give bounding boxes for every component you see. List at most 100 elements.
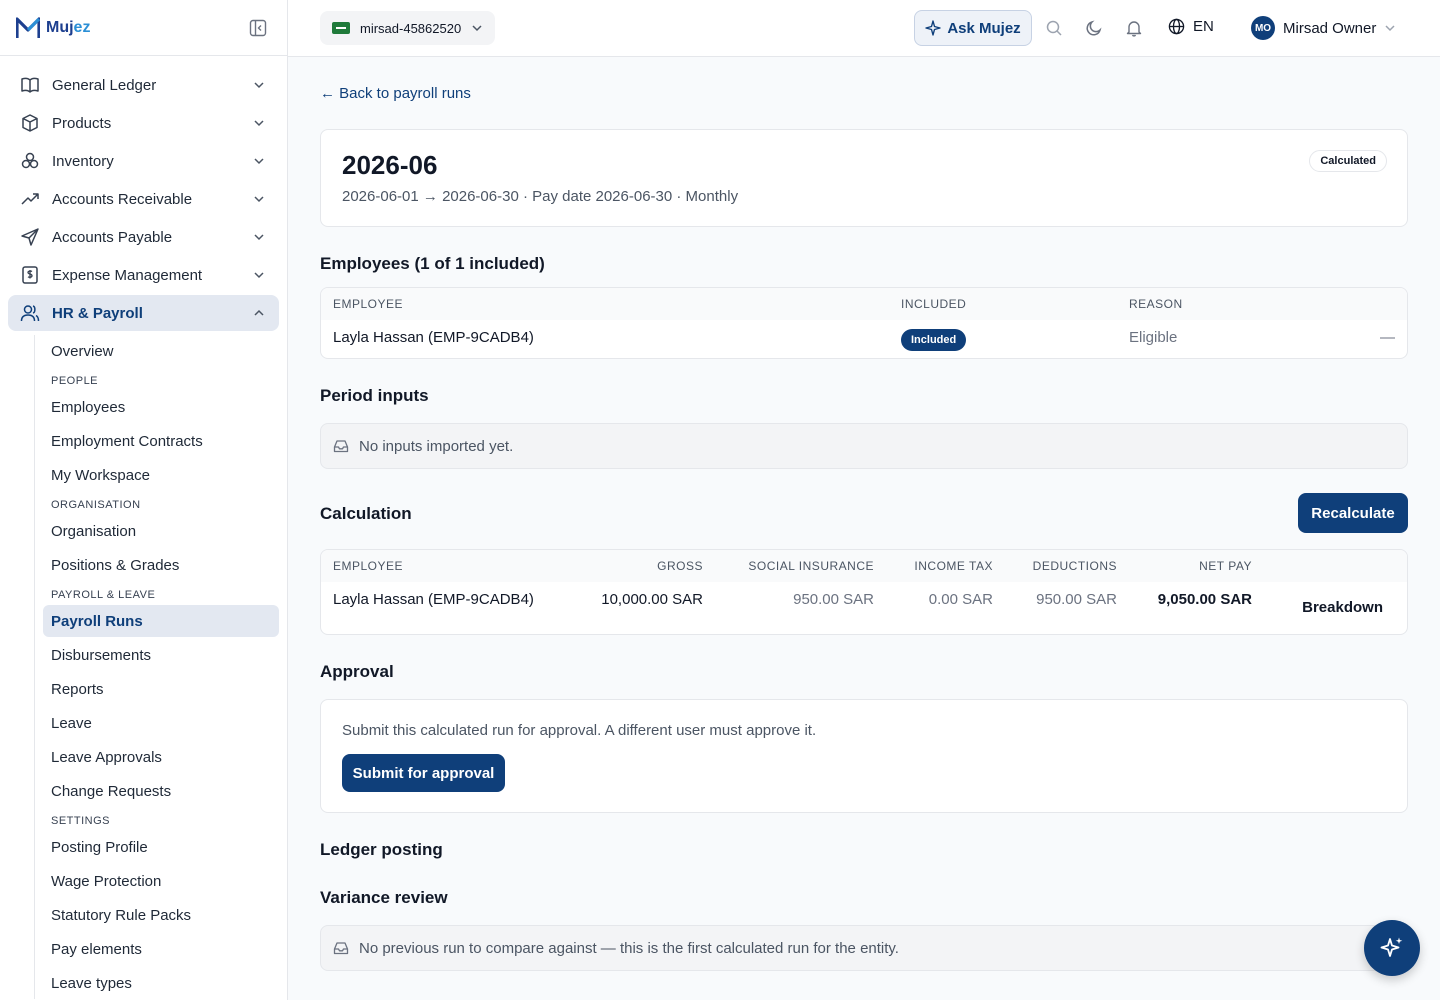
sidebar-subitem-change-requests[interactable]: Change Requests (43, 775, 279, 807)
mujez-logo-icon (16, 16, 40, 38)
sidebar-item-accounts-receivable[interactable]: Accounts Receivable (8, 181, 279, 217)
column-header-deductions: DEDUCTIONS (1032, 559, 1117, 573)
brand-name: Mujez (46, 18, 91, 36)
sidebar-group-payroll-leave: PAYROLL & LEAVE (51, 589, 156, 601)
hr-payroll-subnav: Overview PEOPLE Employees Employment Con… (34, 335, 287, 999)
approval-title: Approval (320, 662, 394, 681)
book-icon (21, 77, 39, 93)
sidebar-group-settings: SETTINGS (51, 815, 111, 827)
run-period-summary: 2026-06-01 → 2026-06-30 · Pay date 2026-… (342, 188, 739, 205)
sidebar-subitem-my-workspace[interactable]: My Workspace (43, 459, 279, 491)
sidebar-subitem-payroll-runs[interactable]: Payroll Runs (43, 605, 279, 637)
sidebar-item-inventory[interactable]: Inventory (8, 143, 279, 179)
period-inputs-title: Period inputs (320, 386, 429, 405)
included-badge: Included (901, 329, 967, 351)
sidebar-subitem-leave-types[interactable]: Leave types (43, 967, 279, 999)
chevron-down-icon (254, 120, 264, 127)
sidebar-nav: General Ledger Products Inventory Accoun… (0, 56, 287, 999)
employees-table: EMPLOYEE INCLUDED REASON Layla Hassan (E… (320, 287, 1408, 359)
sidebar-item-label: General Ledger (52, 76, 157, 94)
user-menu[interactable]: MO Mirsad Owner (1251, 16, 1396, 40)
employee-name-cell: Layla Hassan (EMP-9CADB4) (333, 591, 534, 608)
chevron-down-icon (472, 25, 482, 32)
social-insurance-cell: 950.00 SAR (793, 591, 874, 608)
calculation-title: Calculation (320, 504, 412, 523)
column-header-gross: GROSS (657, 559, 703, 573)
calculation-table: EMPLOYEE GROSS SOCIAL INSURANCE INCOME T… (320, 549, 1408, 635)
sidebar-item-products[interactable]: Products (8, 105, 279, 141)
sidebar-group-people: PEOPLE (51, 375, 99, 387)
column-header-net-pay: NET PAY (1199, 559, 1252, 573)
sidebar-subitem-reports[interactable]: Reports (43, 673, 279, 705)
deductions-cell: 950.00 SAR (1036, 591, 1117, 608)
box-icon (22, 114, 38, 132)
sidebar-item-hr-payroll[interactable]: HR & Payroll (8, 295, 279, 331)
ask-mujez-button[interactable]: Ask Mujez (914, 10, 1032, 46)
sidebar-item-general-ledger[interactable]: General Ledger (8, 67, 279, 103)
sidebar-subitem-leave-approvals[interactable]: Leave Approvals (43, 741, 279, 773)
sidebar: Mujez General Ledger Products Inventory … (0, 0, 288, 1000)
brand-header: Mujez (0, 0, 287, 56)
approval-card: Submit this calculated run for approval.… (320, 699, 1408, 813)
empty-state-text: No previous run to compare against — thi… (359, 939, 899, 957)
sidebar-subitem-leave[interactable]: Leave (43, 707, 279, 739)
table-header: EMPLOYEE GROSS SOCIAL INSURANCE INCOME T… (321, 550, 1407, 582)
moon-icon[interactable] (1085, 19, 1103, 37)
sidebar-subitem-statutory-rule-packs[interactable]: Statutory Rule Packs (43, 899, 279, 931)
chevron-up-icon (254, 309, 264, 316)
top-bar: mirsad-45862520 Ask Mujez EN MO Mirsad O… (288, 0, 1440, 57)
search-icon[interactable] (1045, 19, 1063, 37)
column-header-included: INCLUDED (901, 297, 967, 311)
globe-icon (1168, 18, 1185, 35)
receipt-icon (22, 266, 38, 284)
sidebar-subitem-pay-elements[interactable]: Pay elements (43, 933, 279, 965)
sidebar-subitem-employment-contracts[interactable]: Employment Contracts (43, 425, 279, 457)
column-header-employee: EMPLOYEE (333, 559, 404, 573)
employees-section-title: Employees (1 of 1 included) (320, 254, 545, 273)
sidebar-item-label: Accounts Payable (52, 228, 173, 246)
ledger-posting-title: Ledger posting (320, 840, 443, 859)
sidebar-subitem-organisation[interactable]: Organisation (43, 515, 279, 547)
sparkles-icon (1380, 937, 1403, 957)
back-to-payroll-runs-link[interactable]: ← Back to payroll runs (320, 85, 471, 102)
users-icon (20, 305, 40, 322)
gross-cell: 10,000.00 SAR (601, 591, 703, 608)
ai-assistant-fab[interactable] (1364, 920, 1420, 976)
recalculate-button[interactable]: Recalculate (1298, 493, 1408, 533)
send-icon (21, 228, 39, 246)
chevron-down-icon (254, 158, 264, 165)
net-pay-cell: 9,050.00 SAR (1157, 591, 1252, 608)
table-row: Layla Hassan (EMP-9CADB4) Included Eligi… (321, 320, 1407, 356)
sidebar-subitem-posting-profile[interactable]: Posting Profile (43, 831, 279, 863)
employee-name-cell: Layla Hassan (EMP-9CADB4) (333, 329, 534, 346)
language-switcher[interactable]: EN (1168, 18, 1214, 35)
bell-icon[interactable] (1125, 19, 1143, 37)
variance-empty-state: No previous run to compare against — thi… (320, 925, 1408, 971)
approval-description: Submit this calculated run for approval.… (342, 722, 817, 739)
sidebar-collapse-icon[interactable] (249, 19, 267, 37)
trend-up-icon (21, 193, 39, 205)
sidebar-item-accounts-payable[interactable]: Accounts Payable (8, 219, 279, 255)
table-header: EMPLOYEE INCLUDED REASON (321, 288, 1407, 320)
exclude-action[interactable]: — (1380, 329, 1395, 346)
breakdown-button[interactable]: Breakdown (1302, 599, 1383, 616)
sidebar-subitem-wage-protection[interactable]: Wage Protection (43, 865, 279, 897)
variance-review-title: Variance review (320, 888, 448, 907)
column-header-income-tax: INCOME TAX (914, 559, 993, 573)
sidebar-subitem-overview[interactable]: Overview (43, 335, 279, 367)
sidebar-item-expense-management[interactable]: Expense Management (8, 257, 279, 293)
avatar: MO (1251, 16, 1275, 40)
organization-switcher[interactable]: mirsad-45862520 (320, 11, 496, 45)
sidebar-subitem-disbursements[interactable]: Disbursements (43, 639, 279, 671)
column-header-employee: EMPLOYEE (333, 297, 404, 311)
language-label: EN (1193, 18, 1214, 35)
sparkles-icon (925, 20, 942, 36)
table-row: Layla Hassan (EMP-9CADB4) 10,000.00 SAR … (321, 582, 1407, 634)
sidebar-group-organisation: ORGANISATION (51, 499, 141, 511)
submit-for-approval-button[interactable]: Submit for approval (342, 754, 505, 792)
sidebar-subitem-employees[interactable]: Employees (43, 391, 279, 423)
inbox-icon (333, 942, 349, 955)
chevron-down-icon (254, 196, 264, 203)
column-header-reason: REASON (1129, 297, 1183, 311)
sidebar-subitem-positions-grades[interactable]: Positions & Grades (43, 549, 279, 581)
